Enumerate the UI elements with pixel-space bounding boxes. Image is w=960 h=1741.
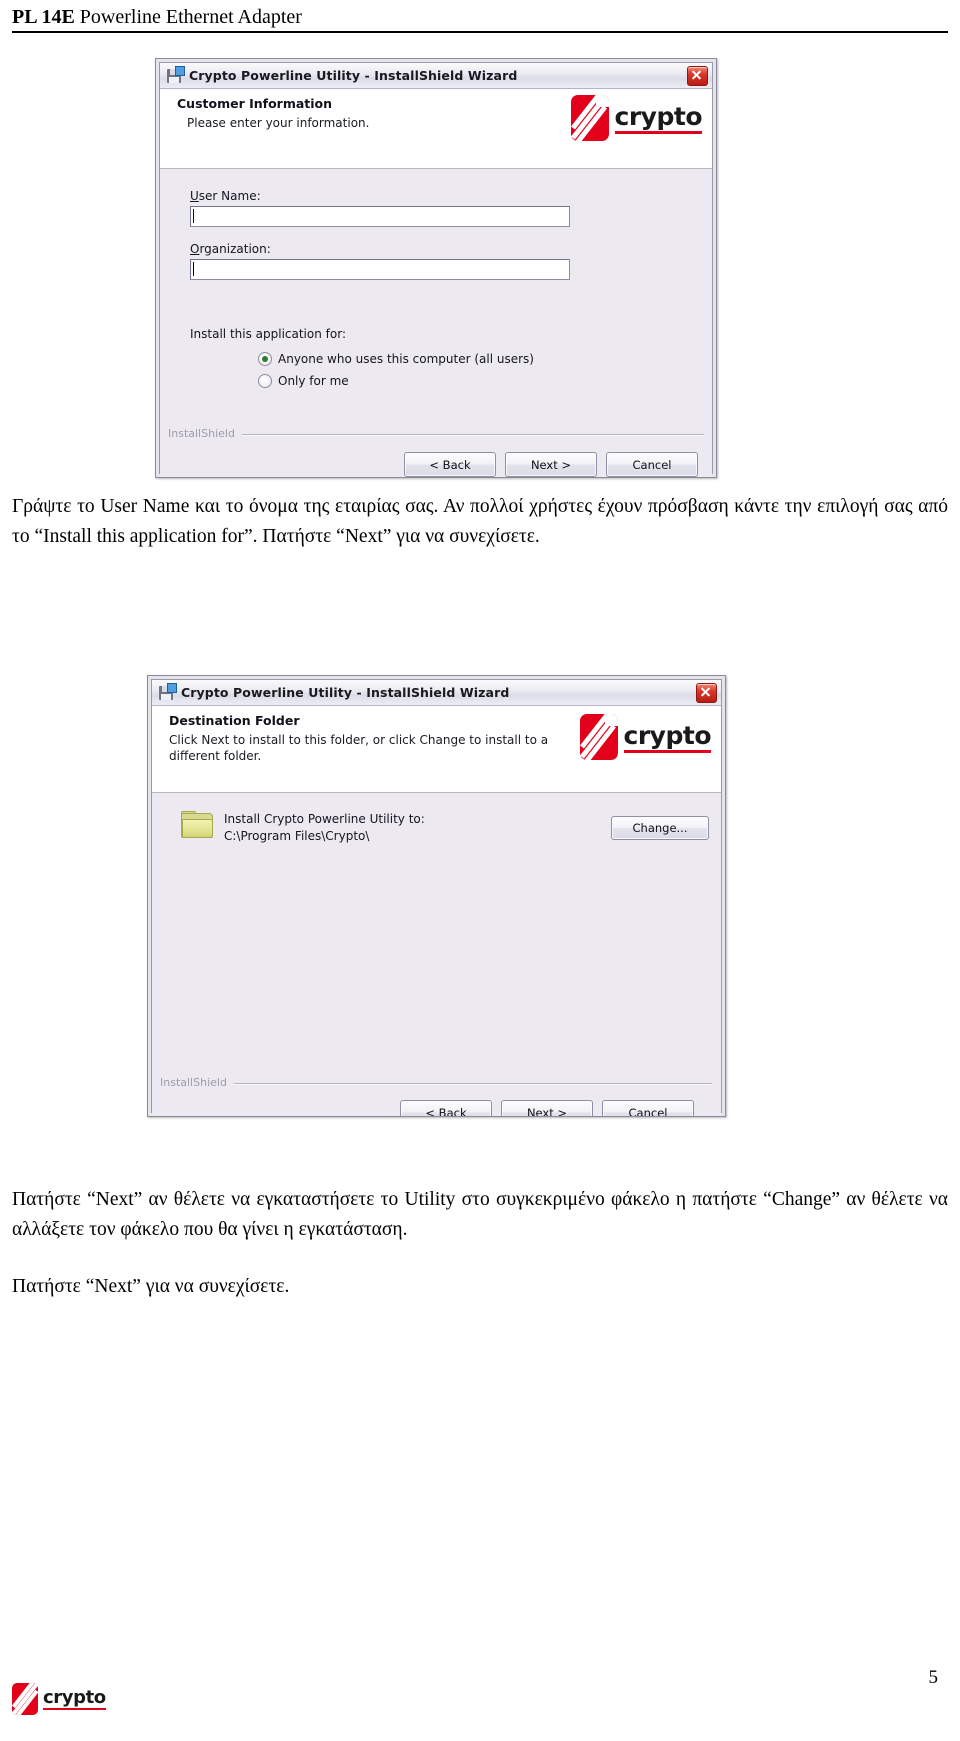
crypto-wordmark-rule [43,1707,106,1711]
dialog-inner-frame: Crypto Powerline Utility - InstallShield… [159,62,713,477]
disk-label [161,693,171,700]
page-header: PL 14E Powerline Ethernet Adapter [12,4,948,33]
installshield-brand-label: InstallShield [160,1076,227,1089]
disk-label [169,76,179,83]
crypto-wordmark-rule [623,749,711,753]
crypto-wordmark: crypto [43,1688,106,1711]
installshield-dialog-destination-folder[interactable]: Crypto Powerline Utility - InstallShield… [147,675,726,1117]
change-button[interactable]: Change... [611,816,709,840]
radio-icon-unselected[interactable] [258,374,272,388]
crypto-wordmark-text: crypto [43,1686,106,1708]
dialog2-titlebar[interactable]: Crypto Powerline Utility - InstallShield… [152,680,721,706]
installshield-dialog-customer-information[interactable]: Crypto Powerline Utility - InstallShield… [155,58,717,478]
next-button[interactable]: Next > [505,452,597,477]
destination-folder-row: Install Crypto Powerline Utility to: C:\… [180,811,425,845]
crypto-wordmark-text: crypto [623,720,712,750]
radio-option-only-me-label: Only for me [278,374,349,388]
folder-front [182,819,213,838]
disk-badge [167,682,177,693]
dialog-inner-frame: Crypto Powerline Utility - InstallShield… [151,679,722,1116]
page-title-rest: Powerline Ethernet Adapter [74,6,302,28]
install-scope-label: Install this application for: [190,327,346,341]
next-button[interactable]: Next > [501,1100,593,1116]
radio-option-all-users[interactable]: Anyone who uses this computer (all users… [258,352,534,366]
dialog2-header-subtitle: Click Next to install to this folder, or… [169,733,549,763]
destination-folder-caption: Install Crypto Powerline Utility to: [224,812,425,826]
paragraph-after-dialog2: Πατήστε “Next” αν θέλετε να εγκαταστήσετ… [12,1189,948,1240]
dialog1-header-band: Customer Information Please enter your i… [160,89,712,169]
crypto-mark-icon [579,714,618,760]
close-icon[interactable] [687,66,708,86]
radio-option-all-users-label: Anyone who uses this computer (all users… [278,352,534,366]
cancel-button[interactable]: Cancel [606,452,698,477]
install-scope-group: Install this application for: Anyone who… [190,327,534,388]
user-name-input[interactable] [190,206,570,227]
back-button[interactable]: < Back [404,452,496,477]
paragraph-after-dialog1: Γράψτε το User Name και το όνομα της ετα… [12,496,948,547]
radio-icon-selected[interactable] [258,352,272,366]
page-title: PL 14E Powerline Ethernet Adapter [12,4,948,30]
installer-disk-icon [158,682,177,702]
page-number: 5 [928,1667,939,1688]
back-button[interactable]: < Back [400,1100,492,1116]
close-icon[interactable] [696,683,717,703]
dialog2-title-text: Crypto Powerline Utility - InstallShield… [181,685,510,700]
crypto-wordmark-rule [614,130,702,134]
installer-disk-icon [166,65,185,85]
footer-separator [234,1083,712,1085]
disk-badge [175,65,185,76]
crypto-logo: crypto [579,714,712,760]
crypto-wordmark-text: crypto [614,101,703,131]
cancel-button[interactable]: Cancel [602,1100,694,1116]
crypto-wordmark: crypto [614,101,703,134]
folder-icon [180,811,214,839]
dialog1-body: User Name: Organization: Install this ap… [160,169,712,477]
text-caret [193,262,194,276]
dialog1-titlebar[interactable]: Crypto Powerline Utility - InstallShield… [160,63,712,89]
dialog2-body: Install Crypto Powerline Utility to: C:\… [152,793,721,1116]
footer-separator [242,434,704,436]
user-name-label: User Name: [190,189,570,203]
page-footer-logo: crypto [12,1683,106,1715]
installshield-brand-label: InstallShield [168,427,235,440]
organization-label: Organization: [190,242,570,256]
dialog2-button-row: < Back Next > Cancel [400,1100,694,1116]
text-caret [193,209,194,223]
user-name-accel: U [190,189,199,203]
page-title-model: PL 14E [12,6,75,28]
user-name-field-group: User Name: [190,189,570,227]
destination-folder-text: Install Crypto Powerline Utility to: C:\… [224,811,425,845]
header-rule [12,31,948,33]
organization-input[interactable] [190,259,570,280]
crypto-wordmark: crypto [623,720,712,753]
organization-field-group: Organization: [190,242,570,280]
dialog1-button-row: < Back Next > Cancel [404,452,698,477]
crypto-logo: crypto [570,95,703,141]
dialog1-title-text: Crypto Powerline Utility - InstallShield… [189,68,518,83]
crypto-mark-icon [12,1683,38,1715]
paragraph-next-instruction: Πατήστε “Next” για να συνεχίσετε. [12,1276,290,1297]
dialog2-header-band: Destination Folder Click Next to install… [152,706,721,793]
user-name-label-rest: ser Name: [198,189,261,203]
crypto-mark-icon [570,95,609,141]
organization-label-rest: rganization: [199,242,271,256]
destination-folder-path: C:\Program Files\Crypto\ [224,829,370,843]
dialog1-header-subtitle: Please enter your information. [187,116,370,130]
radio-option-only-me[interactable]: Only for me [258,374,534,388]
